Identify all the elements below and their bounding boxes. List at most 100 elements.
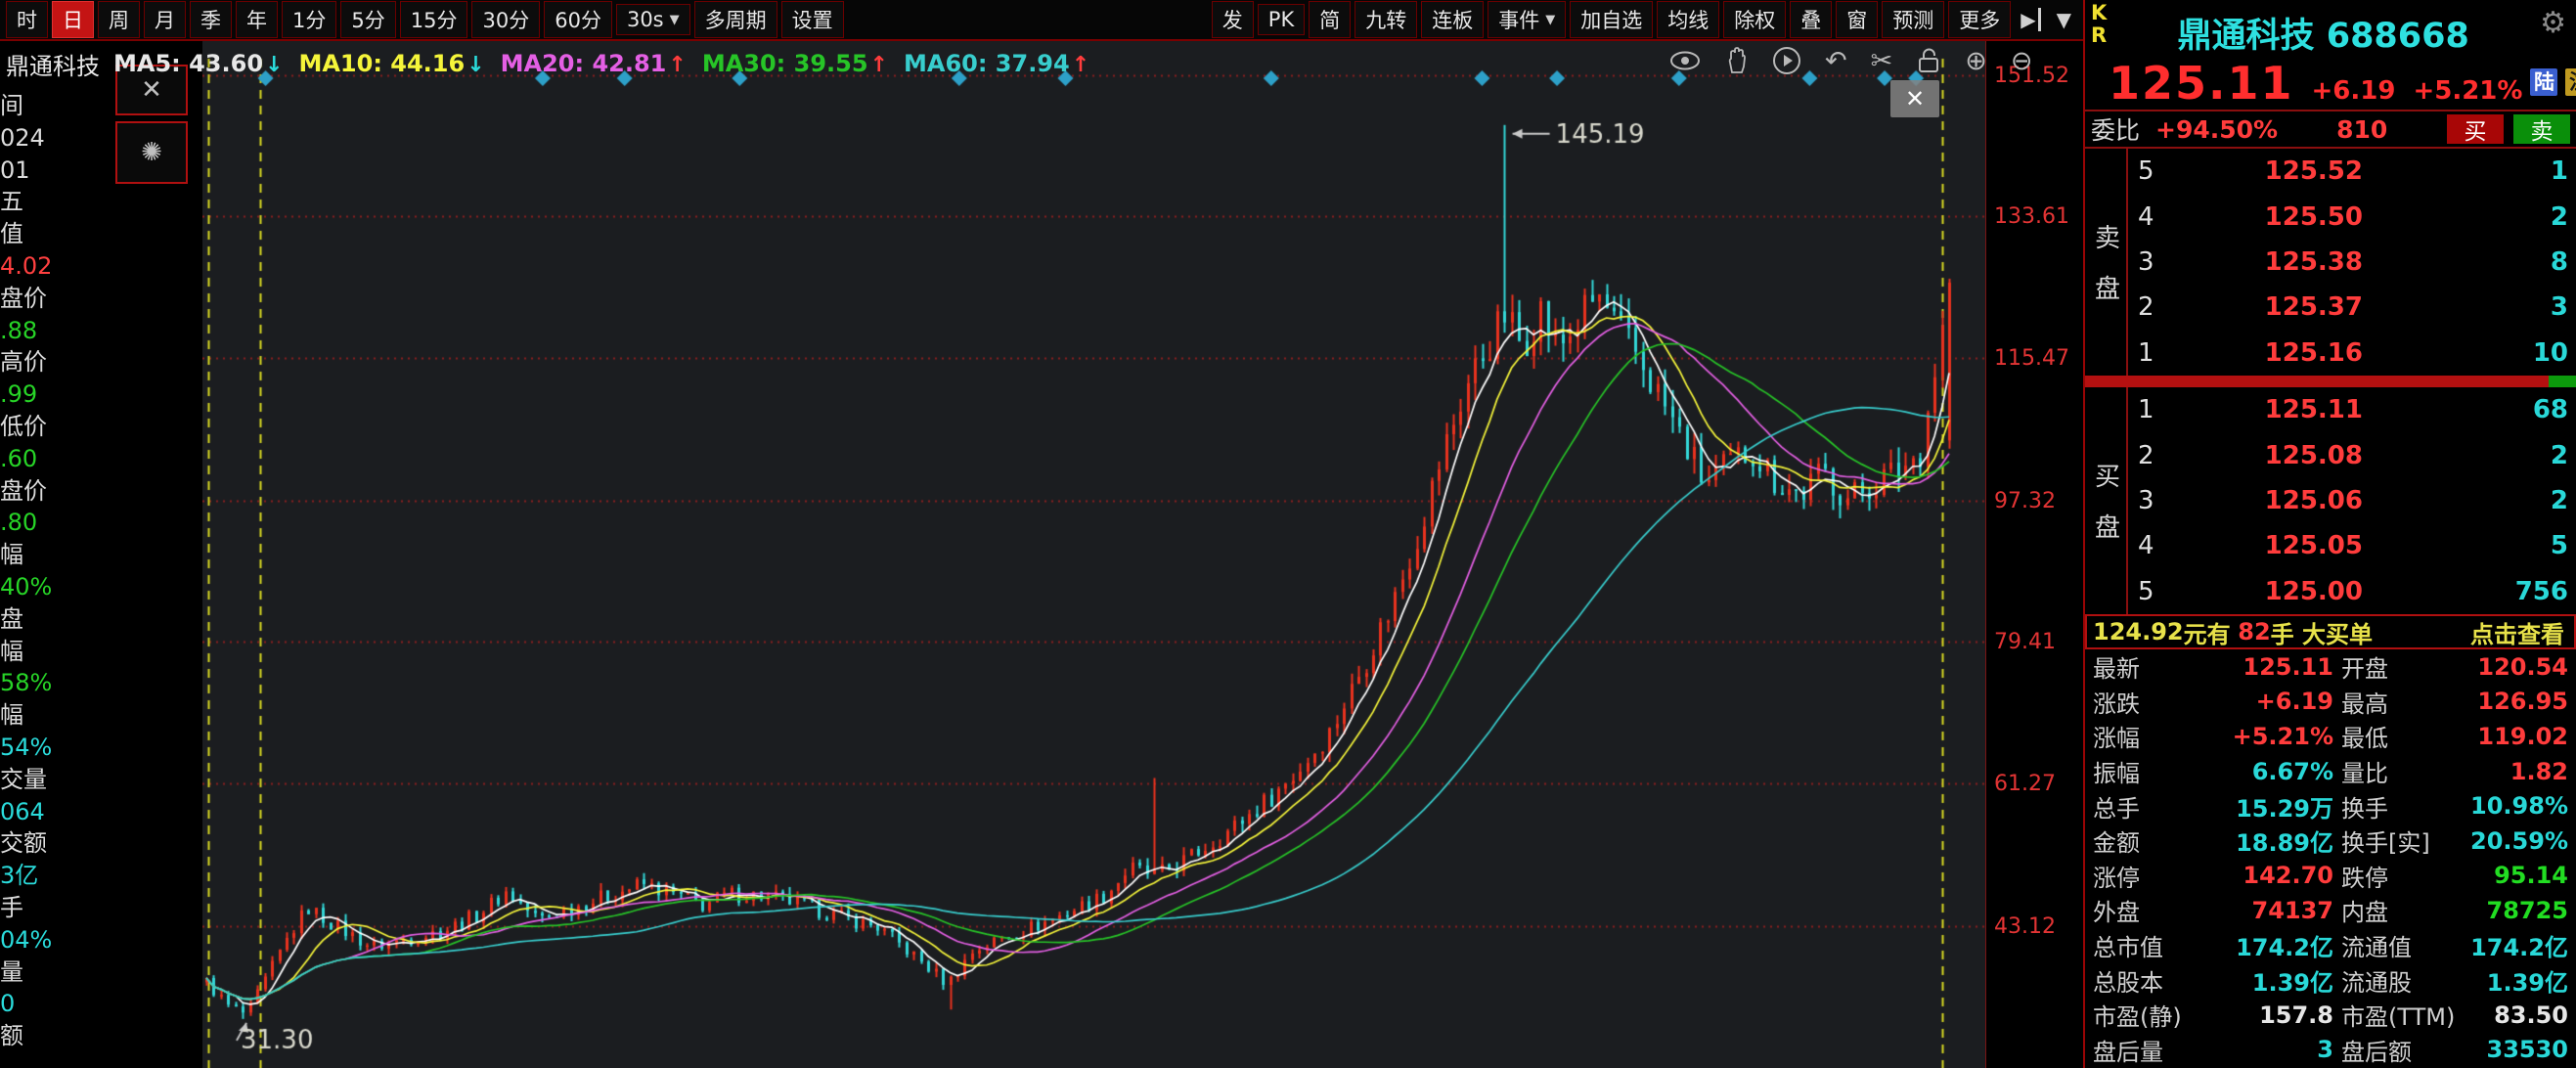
toolbar-button[interactable]: 发 ▼ [1212,1,1254,38]
price-axis-label: 43.12 [1994,914,2056,939]
info-row: 盘 [0,603,202,636]
undo-icon[interactable]: ↶ [1825,48,1847,74]
level-number: 2 [2128,292,2167,322]
hk-connect-badge[interactable]: 陆 [2530,68,2557,96]
sell-button[interactable]: 卖 [2513,114,2570,144]
level-quantity: 3 [2363,292,2576,322]
toolbar-button[interactable]: 窗 ▼ [1836,1,1878,38]
toolbar-button-label: 均线 [1667,5,1709,34]
period-button[interactable]: 季 ▼ [190,1,232,38]
sell-level-row[interactable]: 2 125.37 3 [2128,285,2576,330]
sell-level-row[interactable]: 5 125.52 1 [2128,149,2576,194]
info-row: .88 [0,315,202,347]
detail-label: 涨跌 [2085,685,2187,719]
buy-level-row[interactable]: 1 125.11 68 [2128,387,2576,432]
buy-level-row[interactable]: 4 125.05 5 [2128,523,2576,568]
level-price: 125.11 [2167,395,2363,424]
play-icon[interactable] [1772,46,1801,75]
detail-value: 3 [2187,1036,2333,1063]
weibi-ratio-bar [2085,376,2576,387]
period-button[interactable]: 多周期 ▼ [694,1,777,38]
big-order-banner[interactable]: 124.92 元有 82 手 大买单 点击查看 [2085,614,2576,649]
period-button[interactable]: 设置 ▼ [781,1,844,38]
info-row: 交量 [0,764,202,796]
buy-level-row[interactable]: 2 125.08 2 [2128,432,2576,477]
level-price: 125.52 [2167,156,2363,186]
sell-order-book: 卖盘 5 125.52 1 4 125.50 2 [2085,149,2576,376]
level-quantity: 10 [2363,338,2576,368]
close-icon[interactable]: ✕ [115,65,188,115]
period-button[interactable]: 60分 ▼ [544,1,612,38]
sell-level-row[interactable]: 4 125.50 2 [2128,194,2576,239]
toolbar-button[interactable]: 叠 ▼ [1790,1,1832,38]
sell-level-row[interactable]: 1 125.16 10 [2128,331,2576,376]
detail-row: 总手 15.29万 换手 10.98% [2085,788,2576,823]
info-row: 值 [0,218,202,250]
buy-level-row[interactable]: 5 125.00 756 [2128,569,2576,614]
level-quantity: 2 [2363,486,2576,515]
toolbar-button-label: 窗 [1846,5,1867,34]
registration-badge[interactable]: 注 [2565,68,2576,96]
chart-close-icon[interactable]: ✕ [1890,80,1939,117]
info-row: 40% [0,571,202,603]
lock-icon[interactable] [1916,47,1941,74]
eye-icon[interactable] [1668,50,1702,71]
price-axis-label: 61.27 [1994,772,2056,796]
toolbar-button[interactable]: 简 ▼ [1309,1,1351,38]
period-button[interactable]: 30分 ▼ [471,1,540,38]
kline-canvas[interactable] [202,41,1985,1068]
chevron-down-icon: ▼ [670,13,680,27]
period-button[interactable]: 时 ▼ [6,1,48,38]
level-quantity: 5 [2363,531,2576,560]
toolbar-button[interactable]: 除权 ▼ [1723,1,1786,38]
level-quantity: 2 [2363,202,2576,232]
view-details-link[interactable]: 点击查看 [2470,615,2568,649]
period-button[interactable]: 年 ▼ [236,1,278,38]
toolbar-button[interactable]: PK ▼ [1258,4,1305,35]
toolbar-more-dropdown-icon[interactable]: ▼ [2057,8,2071,31]
zoom-out-icon[interactable]: ⊖ [2011,48,2033,74]
buy-ratio-segment [2085,376,2549,387]
detail-label: 跌停 [2333,859,2461,893]
toolbar-button[interactable]: 连板 ▼ [1421,1,1484,38]
period-button[interactable]: 5分 ▼ [340,1,395,38]
toolbar-button-label: 除权 [1734,5,1775,34]
period-button-label: 年 [246,5,267,34]
collapse-panel-icon[interactable]: ▶ [2021,8,2040,31]
stock-title[interactable]: 鼎通科技 688668 [2107,0,2540,58]
toolbar-button[interactable]: 更多 ▼ [1948,1,2011,38]
period-button[interactable]: 周 ▼ [98,1,140,38]
sell-level-row[interactable]: 3 125.38 8 [2128,240,2576,285]
buy-level-row[interactable]: 3 125.06 2 [2128,478,2576,523]
toolbar-button[interactable]: 事件 ▼ [1488,1,1566,38]
detail-value: 125.11 [2187,653,2333,681]
toolbar-button[interactable]: 加自选 ▼ [1570,1,1653,38]
period-button-label: 30s [627,8,664,31]
detail-row: 振幅 6.67% 量比 1.82 [2085,754,2576,789]
period-button[interactable]: 1分 ▼ [282,1,336,38]
level-price: 125.50 [2167,202,2363,232]
detail-label: 量比 [2333,754,2461,788]
sell-ratio-segment [2549,376,2576,387]
hand-icon[interactable] [1725,47,1749,74]
scissors-icon[interactable]: ✂ [1871,48,1893,74]
board-marker-r: R [2091,24,2107,47]
detail-label: 金额 [2085,823,2187,858]
period-button[interactable]: 30s ▼ [616,4,690,35]
toolbar-button[interactable]: 九转 ▼ [1355,1,1417,38]
period-button[interactable]: 15分 ▼ [400,1,468,38]
period-button[interactable]: 月 ▼ [144,1,186,38]
buy-button[interactable]: 买 [2447,114,2504,144]
detail-row: 总股本 1.39亿 流通股 1.39亿 [2085,962,2576,998]
toolbar-button[interactable]: 预测 ▼ [1882,1,1944,38]
info-row: 手 [0,892,202,924]
level-quantity: 756 [2363,577,2576,606]
info-row: 量 [0,957,202,989]
toolbar-button-label: 预测 [1892,5,1933,34]
toolbar-button[interactable]: 均线 ▼ [1657,1,1719,38]
toolbar-button-label: 叠 [1800,5,1821,34]
marker-style-icon[interactable]: ✺ [115,121,188,184]
period-button[interactable]: 日 ▼ [52,1,94,38]
zoom-in-icon[interactable]: ⊕ [1965,48,1987,74]
gear-icon[interactable]: ⚙ [2540,0,2576,40]
